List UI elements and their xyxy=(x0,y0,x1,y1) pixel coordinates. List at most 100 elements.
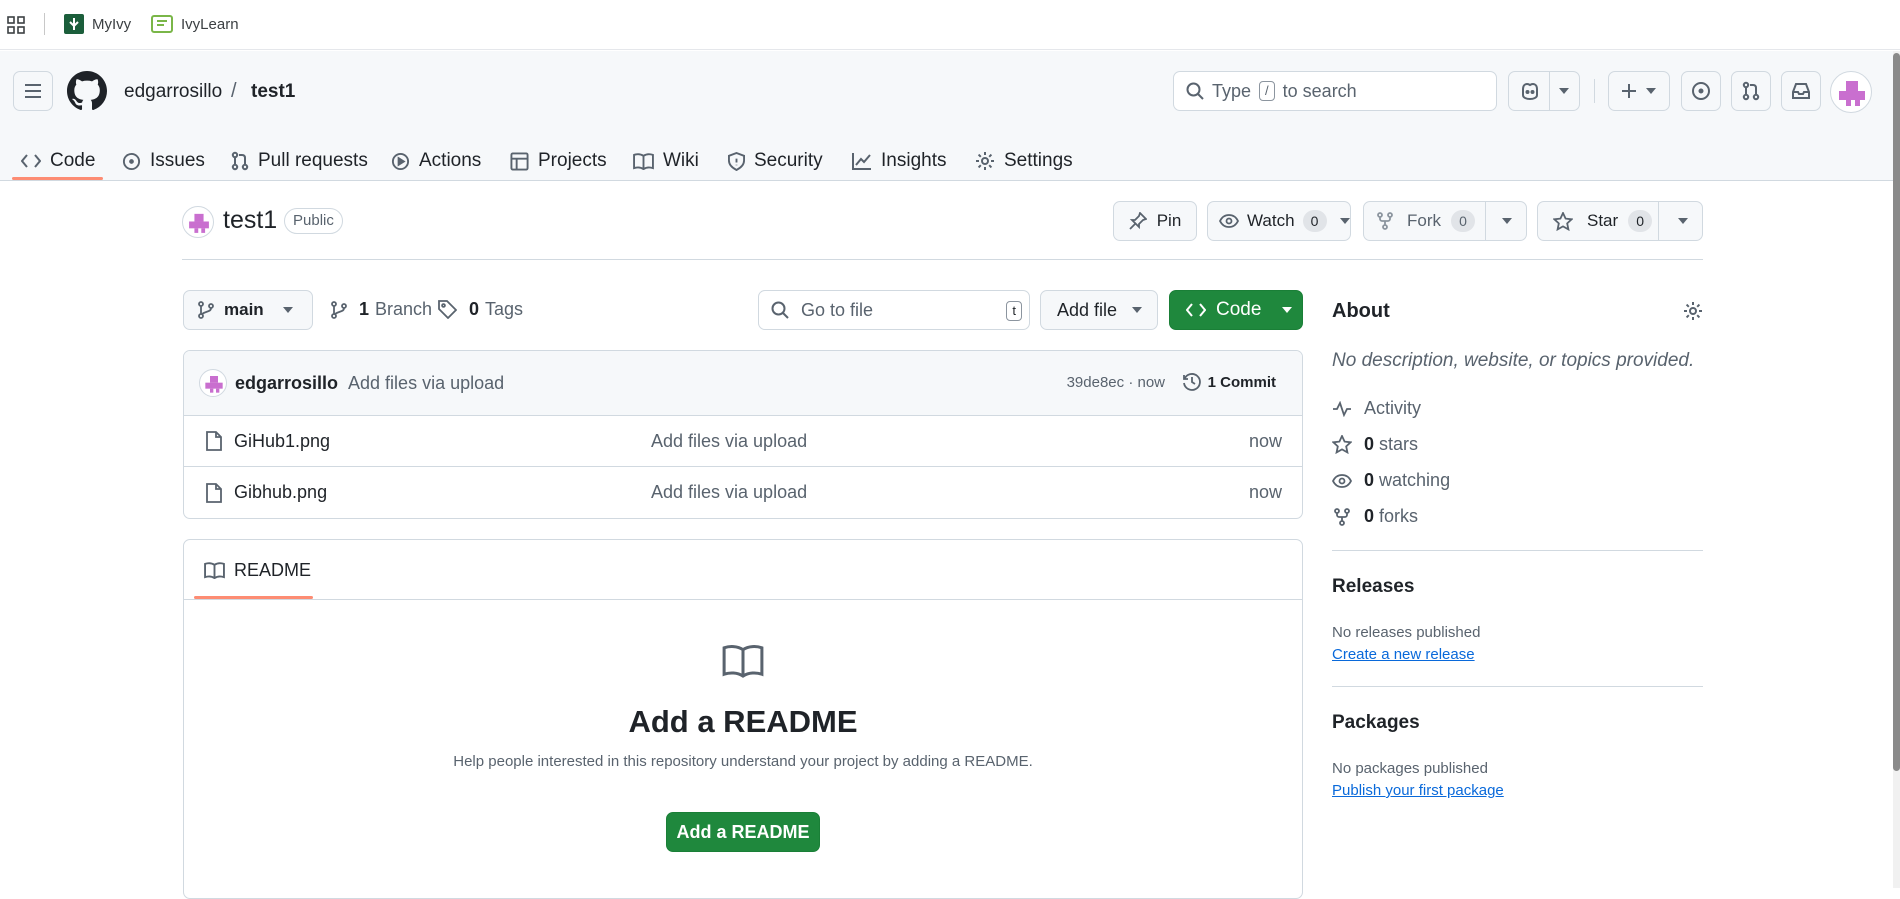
file-row[interactable]: GiHub1.png Add files via upload now xyxy=(184,416,1302,467)
chevron-down-icon[interactable] xyxy=(1501,217,1513,225)
watch-button[interactable]: Watch 0 xyxy=(1207,201,1351,241)
packages-title[interactable]: Packages xyxy=(1332,712,1420,734)
file-name[interactable]: Gibhub.png xyxy=(234,482,327,503)
stars-count: 0 xyxy=(1364,434,1375,454)
menu-button[interactable] xyxy=(13,71,53,111)
user-avatar[interactable] xyxy=(1830,71,1872,113)
file-icon xyxy=(206,482,222,503)
code-icon xyxy=(21,154,41,168)
star-button[interactable]: Star 0 xyxy=(1537,201,1703,241)
scrollbar-thumb[interactable] xyxy=(1893,53,1900,771)
chevron-down-icon xyxy=(282,306,294,314)
issues-button[interactable] xyxy=(1681,71,1721,111)
star-label: Star xyxy=(1587,211,1619,230)
repo-header: edgarrosillo / test1 Type / to search Co… xyxy=(0,51,1893,181)
code-label: Code xyxy=(1216,299,1262,320)
github-logo-icon[interactable] xyxy=(67,71,107,111)
copilot-button[interactable] xyxy=(1508,71,1580,111)
code-button[interactable]: Code xyxy=(1169,290,1303,330)
apps-grid-icon[interactable] xyxy=(7,16,25,34)
sidebar-divider xyxy=(1332,550,1703,551)
pull-requests-button[interactable] xyxy=(1731,71,1771,111)
stars-label: stars xyxy=(1379,434,1419,454)
pull-request-icon xyxy=(231,151,249,171)
readme-tab[interactable]: README xyxy=(204,560,311,581)
readme-empty-description: Help people interested in this repositor… xyxy=(453,753,1033,770)
chevron-down-icon[interactable] xyxy=(1558,87,1570,95)
bookmark-label: IvyLearn xyxy=(181,15,239,33)
branches-link[interactable]: 1 Branch xyxy=(331,299,432,320)
chevron-down-icon xyxy=(1131,306,1143,314)
file-commit-message[interactable]: Add files via upload xyxy=(651,482,807,503)
inbox-button[interactable] xyxy=(1781,71,1821,111)
book-icon xyxy=(204,562,225,579)
repo-title[interactable]: test1 xyxy=(223,206,277,235)
add-readme-button[interactable]: Add a README xyxy=(666,812,820,852)
tab-label: Projects xyxy=(538,150,607,171)
tab-actions[interactable]: Actions xyxy=(391,141,481,181)
commit-hash-time[interactable]: 39de8ec · now xyxy=(1067,374,1165,391)
pin-icon xyxy=(1129,212,1147,230)
releases-title[interactable]: Releases xyxy=(1332,576,1414,598)
activity-link[interactable]: Activity xyxy=(1332,398,1421,419)
tab-issues[interactable]: Issues xyxy=(122,141,205,181)
commit-author[interactable]: edgarrosillo xyxy=(235,373,338,394)
add-file-button[interactable]: Add file xyxy=(1040,290,1158,330)
watch-label: Watch xyxy=(1247,211,1295,230)
file-row[interactable]: Gibhub.png Add files via upload now xyxy=(184,467,1302,518)
tab-insights[interactable]: Insights xyxy=(852,141,946,181)
branch-name: main xyxy=(224,300,264,319)
commit-author-avatar[interactable] xyxy=(199,369,227,397)
tab-code[interactable]: Code xyxy=(21,141,95,181)
tab-pull-requests[interactable]: Pull requests xyxy=(231,141,368,181)
active-tab-underline xyxy=(12,177,103,180)
watching-count: 0 xyxy=(1364,470,1375,490)
tab-wiki[interactable]: Wiki xyxy=(633,141,699,181)
commits-link[interactable]: 1 Commit xyxy=(1182,372,1276,392)
tag-label: Tags xyxy=(485,299,524,319)
activity-label: Activity xyxy=(1364,398,1422,418)
eye-icon xyxy=(1332,473,1352,488)
breadcrumb-repo[interactable]: test1 xyxy=(251,81,295,103)
chevron-down-icon[interactable] xyxy=(1677,217,1689,225)
go-to-file-input[interactable]: Go to file t xyxy=(758,290,1030,330)
owner-avatar[interactable] xyxy=(182,206,214,238)
watching-link[interactable]: 0 watching xyxy=(1332,470,1450,491)
tab-security[interactable]: Security xyxy=(728,141,823,181)
search-key-hint: / xyxy=(1259,81,1275,101)
issue-icon xyxy=(1691,81,1711,101)
bookmark-myivy[interactable]: MyIvy xyxy=(64,14,131,34)
tag-count: 0 xyxy=(469,299,480,319)
about-settings-gear-icon[interactable] xyxy=(1683,301,1703,321)
publish-package-link[interactable]: Publish your first package xyxy=(1332,782,1504,799)
tag-icon xyxy=(438,300,457,319)
search-input[interactable]: Type / to search xyxy=(1173,71,1497,111)
tab-projects[interactable]: Projects xyxy=(510,141,607,181)
create-release-link[interactable]: Create a new release xyxy=(1332,646,1475,663)
tab-label: Settings xyxy=(1004,150,1073,171)
bookmark-ivylearn[interactable]: IvyLearn xyxy=(151,14,239,34)
tags-link[interactable]: 0 Tags xyxy=(438,299,523,320)
forks-link[interactable]: 0 forks xyxy=(1332,506,1418,527)
file-table: edgarrosillo Add files via upload 39de8e… xyxy=(183,350,1303,519)
breadcrumb-owner[interactable]: edgarrosillo xyxy=(124,81,222,103)
book-icon xyxy=(633,152,654,170)
tab-label: Actions xyxy=(419,150,482,171)
branch-label: Branch xyxy=(375,299,433,319)
bookmarks-bar: MyIvy IvyLearn xyxy=(0,0,1900,50)
forks-label: forks xyxy=(1379,506,1419,526)
fork-icon xyxy=(1377,212,1393,230)
fork-button[interactable]: Fork 0 xyxy=(1363,201,1527,241)
commits-label: 1 Commit xyxy=(1207,373,1276,391)
branch-selector[interactable]: main xyxy=(183,290,313,330)
file-commit-message[interactable]: Add files via upload xyxy=(651,431,807,452)
tab-settings[interactable]: Settings xyxy=(975,141,1073,181)
file-name[interactable]: GiHub1.png xyxy=(234,431,330,452)
bookmark-label: MyIvy xyxy=(92,15,132,33)
star-divider xyxy=(1658,202,1659,240)
create-new-button[interactable] xyxy=(1608,71,1670,111)
pin-button[interactable]: Pin xyxy=(1113,201,1197,241)
stars-link[interactable]: 0 stars xyxy=(1332,434,1418,455)
commit-message[interactable]: Add files via upload xyxy=(348,373,504,394)
scrollbar-track[interactable] xyxy=(1893,51,1900,888)
